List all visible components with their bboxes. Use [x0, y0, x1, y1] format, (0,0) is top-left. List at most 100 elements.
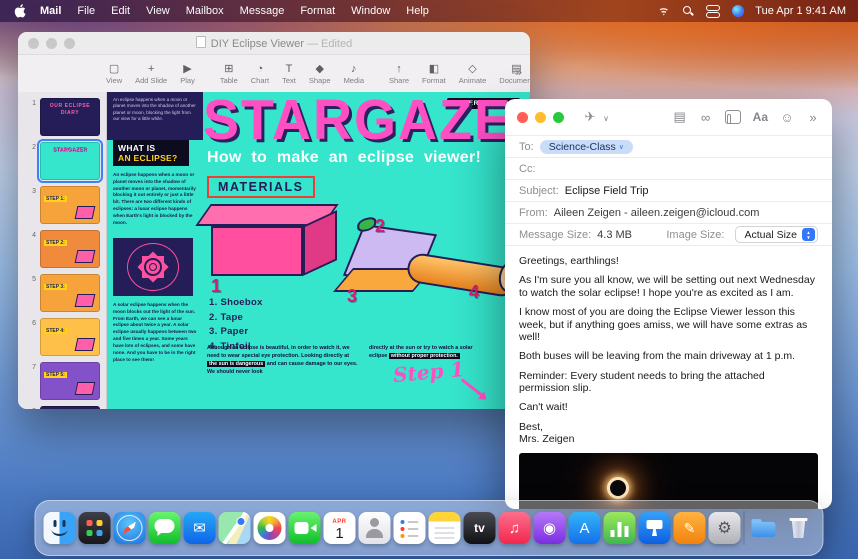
subject-field[interactable]: Subject: Eclipse Field Trip: [505, 180, 832, 202]
dock-icon-glyph: ✉: [193, 519, 206, 537]
slide-thumbnail[interactable]: 1 OUR ECLIPSE DIARY: [20, 98, 106, 136]
from-value: Aileen Zeigen - aileen.zeigen@icloud.com: [554, 207, 760, 219]
eclipse-paragraph-2: A solar eclipse happens when the moon bl…: [113, 302, 197, 363]
recipient-token[interactable]: Science-Class: [540, 140, 633, 154]
what-is-eclipse-box: WHAT IS AN ECLIPSE?: [113, 140, 189, 166]
mail-toolbar-icon-header-fields[interactable]: ▤: [673, 109, 687, 125]
status-icon-control-center[interactable]: [706, 5, 720, 17]
dock-icon-contacts[interactable]: [359, 512, 391, 544]
material-item: 3. Paper: [209, 325, 263, 340]
menu-item[interactable]: Format: [292, 0, 343, 22]
shoebox-lid: [195, 204, 338, 226]
slide-thumbnail[interactable]: 5 STEP 3:: [20, 274, 106, 312]
status-icon-search[interactable]: [682, 5, 694, 17]
material-item: 1. Shoebox: [209, 296, 263, 311]
menu-items: FileEditViewMailboxMessageFormatWindowHe…: [69, 0, 437, 22]
cc-field[interactable]: Cc:: [505, 158, 832, 180]
dock-icon-finder[interactable]: [44, 512, 76, 544]
keynote-toolbar-button[interactable]: ▶ Play: [180, 63, 195, 85]
dock-icon-settings[interactable]: ⚙: [709, 512, 741, 544]
status-icon-wifi[interactable]: [657, 7, 670, 16]
from-field[interactable]: From: Aileen Zeigen - aileen.zeigen@iclo…: [505, 202, 832, 224]
to-field[interactable]: To: Science-Class: [505, 136, 832, 158]
menu-bar-clock[interactable]: Tue Apr 1 9:41 AM: [755, 5, 846, 17]
status-icon-siri[interactable]: [732, 5, 744, 17]
zoom-button[interactable]: [553, 112, 564, 123]
dock-icon-downloads[interactable]: [748, 512, 780, 544]
dock-icon-reminders[interactable]: [394, 512, 426, 544]
dock-icon-maps[interactable]: [219, 512, 251, 544]
keynote-toolbar-button[interactable]: + Add Slide: [135, 63, 167, 85]
mail-titlebar[interactable]: ✈∨ ▤ ∞ Aa ☺ »: [505, 99, 832, 136]
sun-icon: [137, 251, 169, 283]
mail-toolbar-icon-send[interactable]: ✈: [583, 109, 597, 125]
dock-icon-launchpad[interactable]: [79, 512, 111, 544]
slide-thumbnail[interactable]: 7 STEP 5:: [20, 362, 106, 400]
email-body[interactable]: Greetings, earthlings!As I'm sure you al…: [505, 246, 832, 446]
slide-thumbnail[interactable]: 8: [20, 406, 106, 409]
dock-icon-app-store[interactable]: A: [569, 512, 601, 544]
keynote-toolbar-button[interactable]: ◆ Shape: [309, 63, 331, 85]
mail-toolbar-icon-send-option-chevron[interactable]: ∨: [599, 114, 613, 123]
dock-icon-safari[interactable]: [114, 512, 146, 544]
menu-item[interactable]: Mailbox: [178, 0, 232, 22]
dock-icon-calendar[interactable]: APR 1: [324, 512, 356, 544]
keynote-toolbar-button[interactable]: ◔ Chart: [251, 63, 269, 85]
toolbar-button-icon: ⊞: [224, 63, 233, 75]
close-button[interactable]: [28, 38, 39, 49]
keynote-toolbar-button[interactable]: ◧ Format: [422, 63, 446, 85]
illustration-number: 1: [211, 276, 221, 297]
keynote-toolbar-button[interactable]: ♪ Media: [344, 63, 364, 85]
keynote-titlebar[interactable]: DIY Eclipse Viewer — Edited: [18, 32, 530, 55]
keynote-toolbar-button[interactable]: ▢ View: [106, 63, 122, 85]
materials-title: MATERIALS: [207, 176, 315, 198]
menu-item[interactable]: View: [138, 0, 178, 22]
slide-thumbnail[interactable]: 6 STEP 4:: [20, 318, 106, 356]
dock-icon-tv[interactable]: tv: [464, 512, 496, 544]
dock-icon-notes[interactable]: [429, 512, 461, 544]
shoebox-side: [303, 210, 337, 276]
dock-icon-trash[interactable]: [783, 512, 815, 544]
dock-icon-podcasts[interactable]: ◉: [534, 512, 566, 544]
dock-icon-messages[interactable]: [149, 512, 181, 544]
dock-icon-photos[interactable]: [254, 512, 286, 544]
keynote-toolbar-button[interactable]: ⊞ Table: [220, 63, 238, 85]
dock-icon-pages[interactable]: ✎: [674, 512, 706, 544]
caution-left-pre: Although an eclipse is beautiful, in ord…: [207, 345, 350, 359]
keynote-toolbar-button[interactable]: ◇ Animate: [459, 63, 487, 85]
dock-icon-numbers[interactable]: [604, 512, 636, 544]
minimize-button[interactable]: [535, 112, 546, 123]
slide-thumbnail[interactable]: 2 STARGAZER: [20, 142, 106, 180]
dock-icon-facetime[interactable]: [289, 512, 321, 544]
menu-item[interactable]: Message: [232, 0, 293, 22]
slide-number: 6: [20, 318, 40, 356]
eclipse-paragraph-1: An eclipse happens when a moon or planet…: [113, 172, 197, 227]
menu-item[interactable]: Window: [343, 0, 398, 22]
toolbar-button-icon: ◇: [468, 63, 476, 75]
menu-app-name[interactable]: Mail: [32, 0, 69, 22]
slide-canvas[interactable]: An eclipse happens when a moon or planet…: [107, 92, 530, 409]
mail-toolbar-icon-more[interactable]: »: [806, 110, 820, 125]
keynote-toolbar-button[interactable]: ↑ Share: [389, 63, 409, 85]
mail-toolbar-icon-emoji[interactable]: ☺: [780, 110, 794, 125]
mail-toolbar-icon-attachment[interactable]: [725, 110, 741, 124]
close-button[interactable]: [517, 112, 528, 123]
zoom-button[interactable]: [64, 38, 75, 49]
toolbar-overflow-icon[interactable]: »: [515, 65, 522, 79]
mail-toolbar-icon-link[interactable]: ∞: [699, 110, 713, 125]
mail-toolbar-icon-format-fonts[interactable]: Aa: [753, 110, 768, 124]
dock-icon-mail[interactable]: ✉: [184, 512, 216, 544]
menu-item[interactable]: File: [69, 0, 103, 22]
menu-item[interactable]: Help: [398, 0, 437, 22]
image-size-select[interactable]: Actual Size: [735, 226, 818, 243]
slide-thumbnail[interactable]: 4 STEP 2:: [20, 230, 106, 268]
apple-menu-icon[interactable]: [14, 4, 26, 18]
dock-icon-music[interactable]: ♫: [499, 512, 531, 544]
slide-thumbnail[interactable]: 3 STEP 1:: [20, 186, 106, 224]
minimize-button[interactable]: [46, 38, 57, 49]
menu-item[interactable]: Edit: [103, 0, 138, 22]
dock-icon-keynote[interactable]: [639, 512, 671, 544]
keynote-toolbar: ▢ View + Add Slide ▶ Play ⊞ Table ◔ Char…: [18, 55, 530, 93]
slide-thumbnail-text: STEP 4:: [44, 328, 67, 334]
keynote-toolbar-button[interactable]: T Text: [282, 63, 296, 85]
